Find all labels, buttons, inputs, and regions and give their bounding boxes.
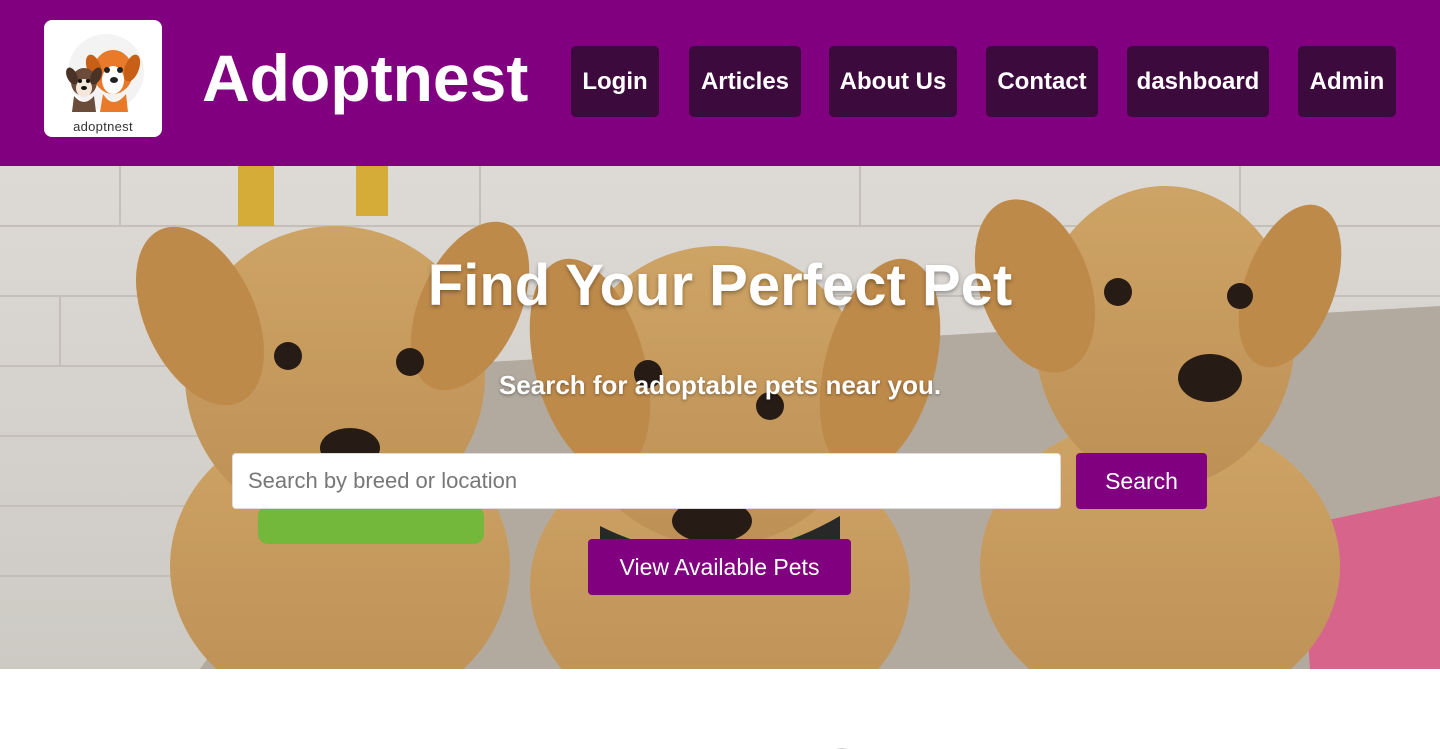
- logo-text: adoptnest: [73, 119, 133, 134]
- nav-admin-button[interactable]: Admin: [1298, 46, 1396, 117]
- nav-login-button[interactable]: Login: [571, 46, 659, 117]
- logo-dogs-icon: [66, 34, 144, 112]
- hero-subtitle: Search for adoptable pets near you.: [498, 370, 942, 400]
- nav-dashboard-button[interactable]: dashboard: [1127, 46, 1269, 117]
- hero-title: Find Your Perfect Pet: [427, 253, 1013, 318]
- nav-articles-button[interactable]: Articles: [689, 46, 801, 117]
- logo[interactable]: adoptnest: [44, 20, 162, 137]
- site-title[interactable]: Adoptnest: [202, 38, 528, 118]
- view-available-pets-button[interactable]: View Available Pets: [588, 539, 851, 595]
- search-button[interactable]: Search: [1076, 453, 1207, 509]
- nav-contact-button[interactable]: Contact: [986, 46, 1098, 117]
- content-image-edge: [780, 741, 920, 749]
- nav-about-button[interactable]: About Us: [829, 46, 957, 117]
- site-header: adoptnest Adoptnest Login Articles About…: [0, 0, 1440, 166]
- search-input[interactable]: [232, 453, 1061, 509]
